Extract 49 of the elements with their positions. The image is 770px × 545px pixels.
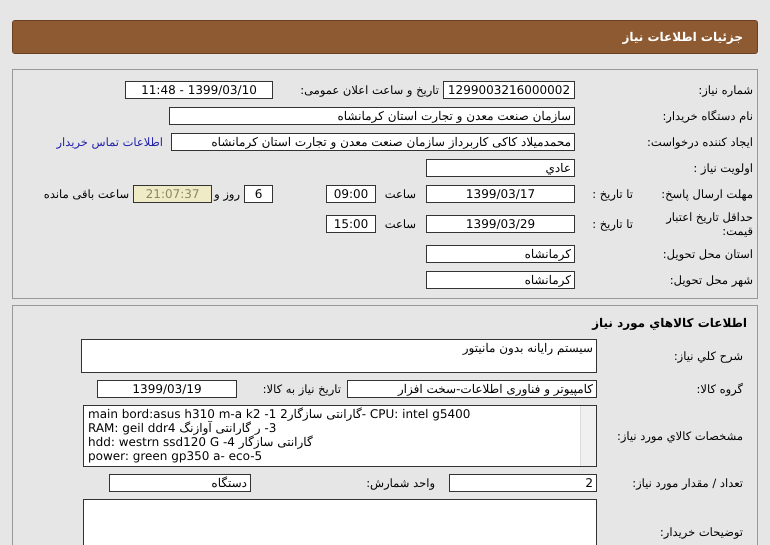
field-label: تعداد / مقدار مورد نياز: <box>631 476 744 490</box>
field-label: ساعت باقی مانده <box>44 187 130 201</box>
field-label: شرح کلي نياز: <box>672 349 744 363</box>
field-label: مشخصات کالاي مورد نياز: <box>616 429 744 443</box>
scrollbar[interactable] <box>580 406 596 466</box>
announce-date-field: 1399/03/10 - 11:48 <box>125 81 273 99</box>
field-label: شهر محل تحویل: <box>668 273 754 287</box>
field-label: تاریخ نیاز به کالا: <box>262 382 341 396</box>
requester-field: محمدمیلاد کاکی کاربرداز سازمان صنعت معدن و تجارت استان کرمانشاه <box>171 133 575 151</box>
field-label: توضیحات خریدار: <box>658 525 744 539</box>
spec-line: power: green gp350 a- eco-5 <box>88 449 264 463</box>
field-label: گروه کالا: <box>696 382 744 396</box>
days-field: 6 <box>244 185 273 203</box>
page-title: جزئیات اطلاعات نیاز <box>622 30 743 44</box>
buyer-contact-link[interactable]: اطلاعات تماس خریدار <box>56 135 163 149</box>
field-label: اولویت نیاز : <box>692 161 754 175</box>
notes-field[interactable] <box>83 499 597 545</box>
buyer-org-field: سازمان صنعت معدن و تجارت استان کرمانشاه <box>169 107 575 125</box>
spec-line: main bord:asus h310 m-a k2 -1 گارانتی سازگار2- CPU: intel g5400 <box>88 407 472 421</box>
deadline-date-field: 1399/03/17 <box>426 185 575 203</box>
field-label: تا تاریخ : <box>591 217 633 231</box>
spec-line: hdd: westrn ssd120 G -4 گارانتی سازگار <box>88 435 314 449</box>
spec-line: 3- ر گارانتی آوازنگ RAM: geil ddr4 <box>88 421 278 435</box>
deadline-time-field: 09:00 <box>326 185 376 203</box>
field-label: مهلت ارسال پاسخ: <box>660 187 754 201</box>
field-label: ساعت <box>384 187 416 201</box>
field-label: ساعت <box>384 217 416 231</box>
section-title: اطلاعات کالاهاي مورد نياز <box>592 316 747 330</box>
city-field: کرمانشاه <box>426 271 575 289</box>
field-label: ایجاد کننده درخواست: <box>646 135 754 149</box>
field-label: روز و <box>214 187 240 201</box>
validity-time-field: 15:00 <box>326 215 376 233</box>
province-field: کرمانشاه <box>426 245 575 263</box>
field-label: تاریخ و ساعت اعلان عمومی: <box>299 83 439 97</box>
field-label: تا تاریخ : <box>591 187 633 201</box>
field-label: واحد شمارش: <box>365 476 435 490</box>
field-label: نام دستگاه خریدار: <box>661 109 754 123</box>
field-label: حداقل تاریخ اعتبار قیمت: <box>664 210 754 238</box>
field-label: استان محل تحویل: <box>662 247 754 261</box>
need-date-field: 1399/03/19 <box>97 380 237 398</box>
unit-field: دستگاه <box>109 474 251 492</box>
quantity-field: 2 <box>449 474 597 492</box>
description-field: سیستم رایانه بدون مانیتور <box>81 339 597 373</box>
validity-date-field: 1399/03/29 <box>426 215 575 233</box>
need-number-field: 1299003216000002 <box>443 81 575 99</box>
priority-field: عادي <box>426 159 575 177</box>
remaining-time-field: 21:07:37 <box>133 185 212 203</box>
goods-group-field: کامپیوتر و فناوری اطلاعات-سخت افزار <box>347 380 597 398</box>
field-label: شماره نیاز: <box>697 83 754 97</box>
